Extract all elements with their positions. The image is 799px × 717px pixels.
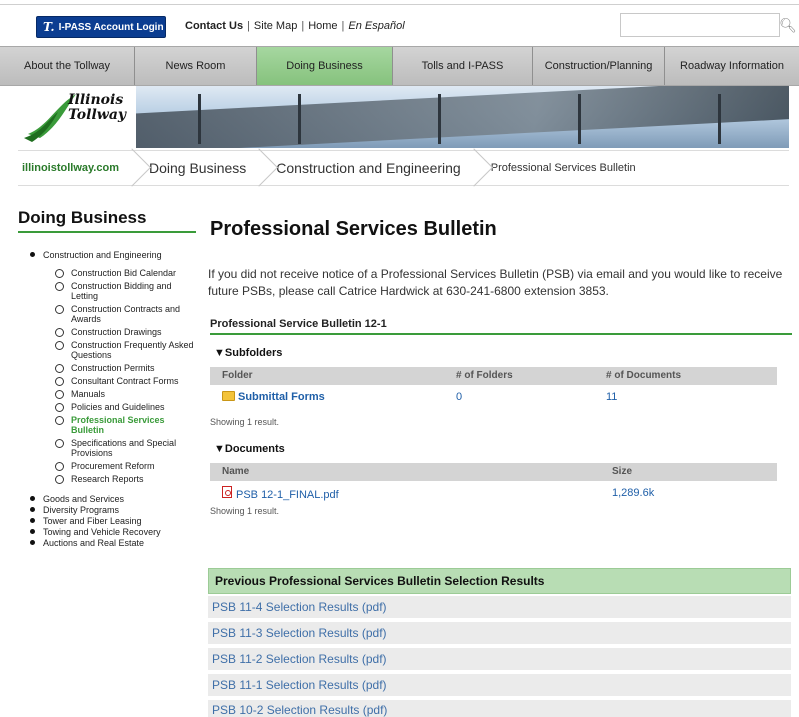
logo-text-tollway: Tollway (68, 107, 127, 123)
breadcrumb-chevron-icon (469, 150, 483, 186)
breadcrumb-home-label: illinoistollway.com (22, 162, 119, 174)
espanol-link[interactable]: En Español (348, 20, 404, 32)
nav-item-construction-planning[interactable]: Construction/Planning (533, 47, 665, 85)
ipass-logo-icon: T. (43, 20, 55, 34)
sidebar-title: Doing Business (18, 208, 196, 233)
breadcrumb-construction-engineering[interactable]: Construction and Engineering (276, 151, 490, 185)
sidebar-nav: Construction and Engineering Constructio… (30, 250, 200, 549)
sidebar-subitem-research-reports[interactable]: Research Reports (54, 474, 200, 484)
sidebar-subitem-faq[interactable]: Construction Frequently Asked Questions (54, 340, 200, 360)
breadcrumb-doing-business[interactable]: Doing Business (149, 151, 276, 185)
sidebar-item-tower-fiber[interactable]: Tower and Fiber Leasing (30, 516, 200, 526)
documents-label: Documents (224, 443, 285, 455)
banner-photo-rib (438, 94, 441, 144)
page-title: Professional Services Bulletin (210, 218, 497, 240)
sidebar-subitem-permits[interactable]: Construction Permits (54, 363, 200, 373)
folder-icon (222, 391, 235, 402)
breadcrumb-home[interactable]: illinoistollway.com (18, 151, 149, 185)
pdf-icon (222, 486, 232, 499)
list-item[interactable]: PSB 10-2 Selection Results (pdf) (208, 700, 791, 717)
site-map-link[interactable]: Site Map (254, 20, 297, 32)
ipass-login-button[interactable]: T. I-PASS Account Login (36, 16, 166, 38)
banner-photo-rib (718, 94, 721, 144)
banner-photo-rib (198, 94, 201, 144)
folder-name: Submittal Forms (238, 391, 325, 403)
sidebar-subitem-consultant-forms[interactable]: Consultant Contract Forms (54, 376, 200, 386)
sidebar-item-diversity[interactable]: Diversity Programs (30, 505, 200, 515)
document-count: 11 (606, 391, 618, 403)
sidebar-subitem-procurement-reform[interactable]: Procurement Reform (54, 461, 200, 471)
breadcrumb-chevron-icon (127, 150, 141, 186)
logo-text-illinois: Illinois (68, 92, 124, 108)
sidebar-item-auctions[interactable]: Auctions and Real Estate (30, 538, 200, 548)
subfolders-label: Subfolders (224, 347, 283, 359)
utility-links: Contact Us | Site Map | Home | En Español (185, 20, 405, 32)
subfolders-table-header: Folder # of Folders # of Documents (210, 367, 777, 385)
breadcrumb-doing-business-label: Doing Business (148, 160, 247, 176)
sidebar-item-towing[interactable]: Towing and Vehicle Recovery (30, 527, 200, 537)
home-link[interactable]: Home (308, 20, 337, 32)
header-banner: Illinois Tollway (18, 86, 789, 148)
sidebar-subitem-drawings[interactable]: Construction Drawings (54, 327, 200, 337)
illinois-tollway-logo[interactable]: Illinois Tollway (18, 86, 136, 148)
top-bar: T. I-PASS Account Login Contact Us | Site … (0, 0, 799, 44)
breadcrumb-current: Professional Services Bulletin (490, 162, 636, 174)
sidebar-subitem-bidding-letting[interactable]: Construction Bidding and Letting (54, 281, 200, 301)
list-item[interactable]: PSB 11-2 Selection Results (pdf) (208, 648, 791, 672)
triangle-down-icon: ▼ (214, 347, 225, 359)
breadcrumb-chevron-icon (254, 150, 268, 186)
ipass-login-label: I-PASS Account Login (58, 21, 164, 33)
table-row: Submittal Forms 0 11 (210, 389, 777, 407)
list-item[interactable]: PSB 11-3 Selection Results (pdf) (208, 622, 791, 646)
intro-text: If you did not receive notice of a Profe… (208, 267, 783, 298)
nav-item-news-room[interactable]: News Room (135, 47, 257, 85)
col-size: Size (612, 466, 633, 477)
nav-item-roadway-information[interactable]: Roadway Information (665, 47, 799, 85)
sidebar-item-goods-services[interactable]: Goods and Services (30, 494, 200, 504)
document-name: PSB 12-1_FINAL.pdf (236, 489, 339, 501)
bulletin-heading: Professional Service Bulletin 12-1 (210, 318, 792, 335)
list-item[interactable]: PSB 11-1 Selection Results (pdf) (208, 674, 791, 698)
sidebar-subnav: Construction Bid Calendar Construction B… (54, 268, 200, 484)
table-row: PSB 12-1_FINAL.pdf 1,289.6k (210, 485, 777, 503)
list-item[interactable]: PSB 11-4 Selection Results (pdf) (208, 596, 791, 620)
breadcrumb: illinoistollway.com Doing Business Const… (18, 150, 789, 186)
col-num-documents: # of Documents (606, 370, 682, 381)
document-size: 1,289.6k (612, 487, 655, 499)
sidebar-subitem-specifications[interactable]: Specifications and Special Provisions (54, 438, 200, 458)
breadcrumb-construction-label: Construction and Engineering (276, 160, 461, 176)
banner-photo-rib (578, 94, 581, 144)
sidebar-subitem-professional-services-bulletin[interactable]: Professional Services Bulletin (54, 415, 200, 435)
banner-photo (128, 86, 789, 148)
triangle-down-icon: ▼ (214, 443, 225, 455)
documents-table-header: Name Size (210, 463, 777, 481)
sidebar-subitem-policies[interactable]: Policies and Guidelines (54, 402, 200, 412)
nav-item-tolls-ipass[interactable]: Tolls and I-PASS (393, 47, 533, 85)
search-input[interactable] (620, 13, 780, 37)
documents-toggle[interactable]: ▼Documents (214, 443, 285, 455)
sidebar-subitem-manuals[interactable]: Manuals (54, 389, 200, 399)
col-name: Name (222, 466, 250, 477)
banner-photo-rib (298, 94, 301, 144)
contact-us-link[interactable]: Contact Us (185, 20, 243, 32)
col-num-folders: # of Folders (456, 370, 513, 381)
subfolders-toggle[interactable]: ▼Subfolders (214, 347, 282, 359)
main-nav: About the Tollway News Room Doing Busine… (0, 46, 799, 86)
previous-results-heading: Previous Professional Services Bulletin … (208, 568, 791, 594)
search-icon[interactable]: 🔍︎ (779, 17, 797, 35)
sidebar-item-construction-engineering[interactable]: Construction and Engineering (30, 250, 200, 260)
folder-count: 0 (456, 391, 463, 403)
sidebar-subitem-bid-calendar[interactable]: Construction Bid Calendar (54, 268, 200, 278)
document-link[interactable]: PSB 12-1_FINAL.pdf (222, 486, 339, 501)
top-edge-divider (0, 4, 799, 5)
nav-item-about[interactable]: About the Tollway (0, 47, 135, 85)
nav-item-doing-business[interactable]: Doing Business (257, 47, 393, 85)
documents-result-count: Showing 1 result. (210, 506, 280, 516)
col-folder: Folder (222, 370, 253, 381)
folder-link[interactable]: Submittal Forms (222, 391, 325, 403)
sidebar-subitem-contracts-awards[interactable]: Construction Contracts and Awards (54, 304, 200, 324)
subfolders-result-count: Showing 1 result. (210, 417, 280, 427)
